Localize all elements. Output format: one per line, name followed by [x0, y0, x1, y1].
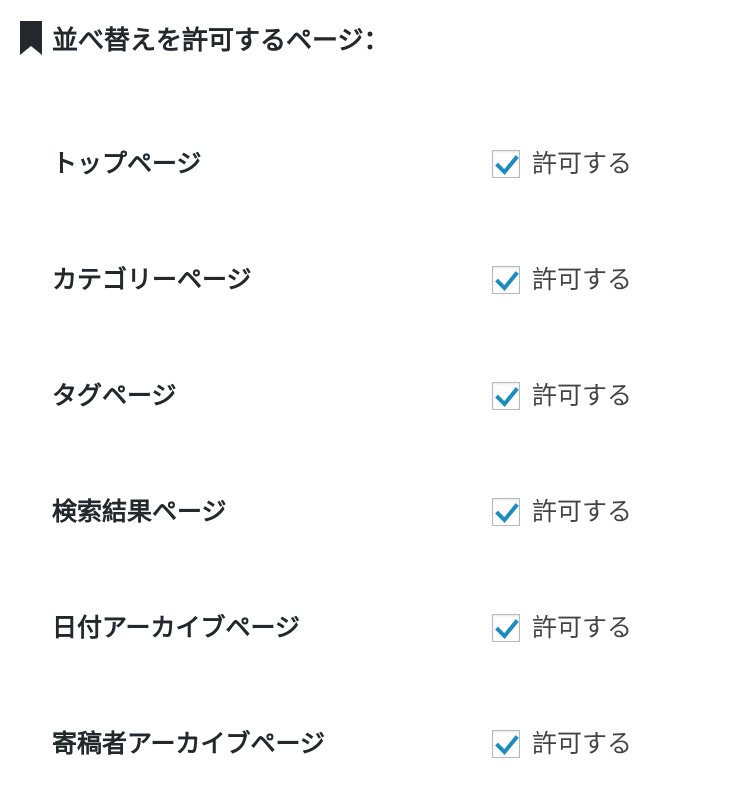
- checkbox-label: 許可する: [532, 149, 633, 178]
- checkmark-icon: [495, 271, 519, 291]
- checkbox[interactable]: [492, 498, 520, 526]
- setting-row-category-page: カテゴリーページ 許可する: [0, 222, 752, 338]
- setting-row-tag-page: タグページ 許可する: [0, 338, 752, 454]
- allow-checkbox-author-archive-page[interactable]: 許可する: [492, 726, 632, 762]
- checkbox-label: 許可する: [532, 381, 633, 410]
- setting-label: 検索結果ページ: [52, 497, 227, 526]
- allow-checkbox-top-page[interactable]: 許可する: [492, 146, 632, 182]
- checkmark-icon: [495, 619, 519, 639]
- allow-checkbox-category-page[interactable]: 許可する: [492, 262, 632, 298]
- checkmark-icon: [495, 735, 519, 755]
- checkbox-label: 許可する: [532, 613, 633, 642]
- bookmark-icon: [20, 21, 42, 55]
- setting-row-top-page: トップページ 許可する: [0, 106, 752, 222]
- allow-checkbox-date-archive-page[interactable]: 許可する: [492, 610, 632, 646]
- checkbox[interactable]: [492, 382, 520, 410]
- setting-row-search-results-page: 検索結果ページ 許可する: [0, 454, 752, 570]
- setting-label: トップページ: [52, 149, 202, 178]
- checkbox-label: 許可する: [532, 497, 633, 526]
- setting-label: タグページ: [52, 381, 177, 410]
- checkbox-label: 許可する: [532, 729, 633, 758]
- checkmark-icon: [495, 155, 519, 175]
- allow-checkbox-search-results-page[interactable]: 許可する: [492, 494, 632, 530]
- setting-label: 寄稿者アーカイブページ: [52, 729, 326, 758]
- settings-list: トップページ 許可する カテゴリーページ 許可する タグページ 許可する 検索結…: [0, 106, 752, 802]
- section-title: 並べ替えを許可するページ：: [20, 18, 389, 58]
- setting-label: カテゴリーページ: [52, 265, 252, 294]
- checkbox-label: 許可する: [532, 265, 633, 294]
- checkbox[interactable]: [492, 266, 520, 294]
- setting-row-date-archive-page: 日付アーカイブページ 許可する: [0, 570, 752, 686]
- checkbox[interactable]: [492, 150, 520, 178]
- checkbox[interactable]: [492, 730, 520, 758]
- checkmark-icon: [495, 503, 519, 523]
- allow-checkbox-tag-page[interactable]: 許可する: [492, 378, 632, 414]
- checkbox[interactable]: [492, 614, 520, 642]
- setting-row-author-archive-page: 寄稿者アーカイブページ 許可する: [0, 686, 752, 802]
- setting-label: 日付アーカイブページ: [52, 613, 301, 642]
- checkmark-icon: [495, 387, 519, 407]
- section-title-text: 並べ替えを許可するページ：: [52, 25, 390, 56]
